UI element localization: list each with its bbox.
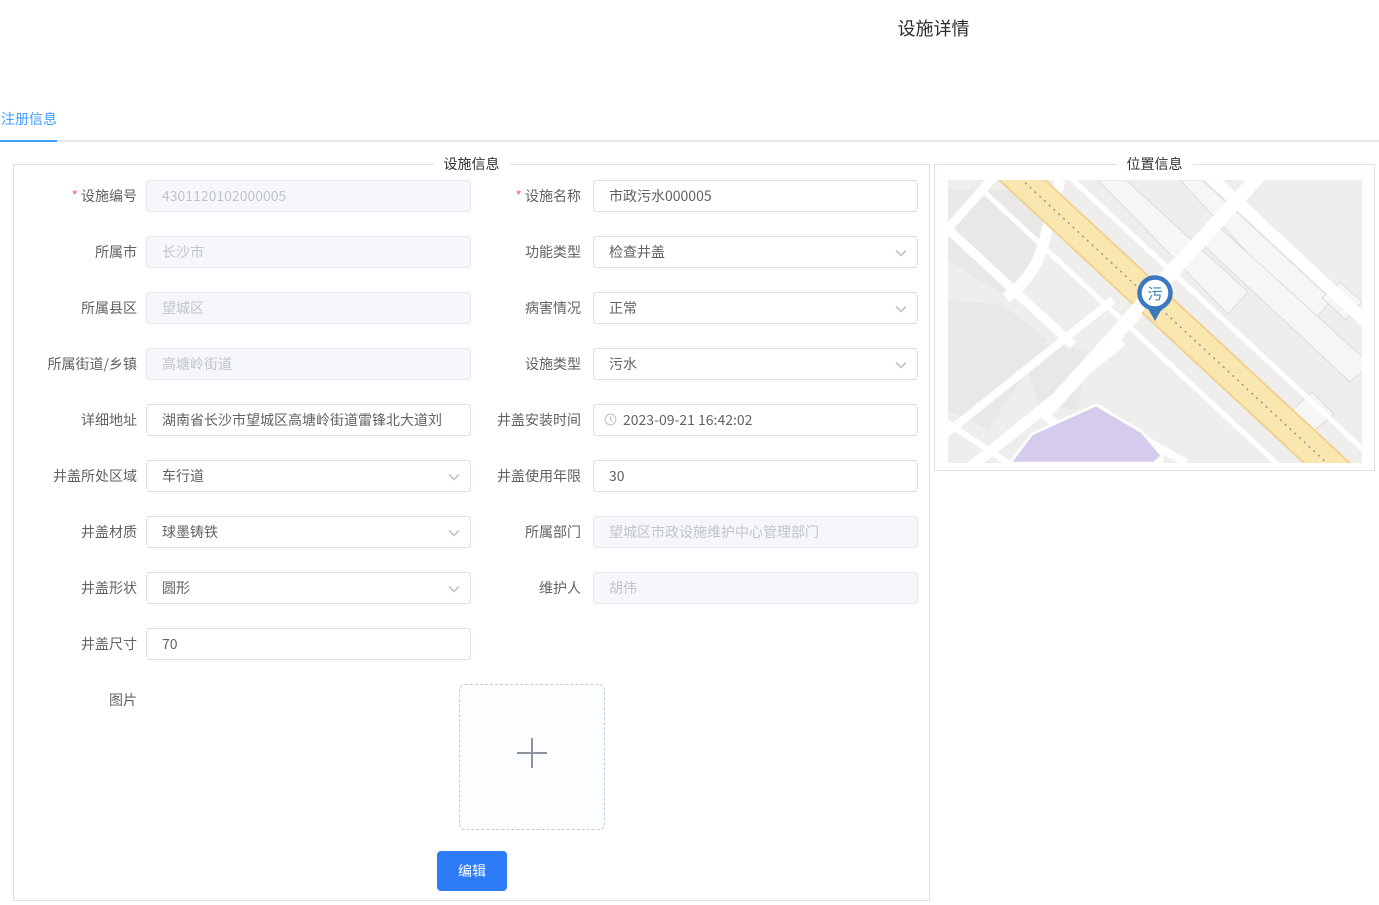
svg-text:污: 污 [1147, 283, 1162, 304]
